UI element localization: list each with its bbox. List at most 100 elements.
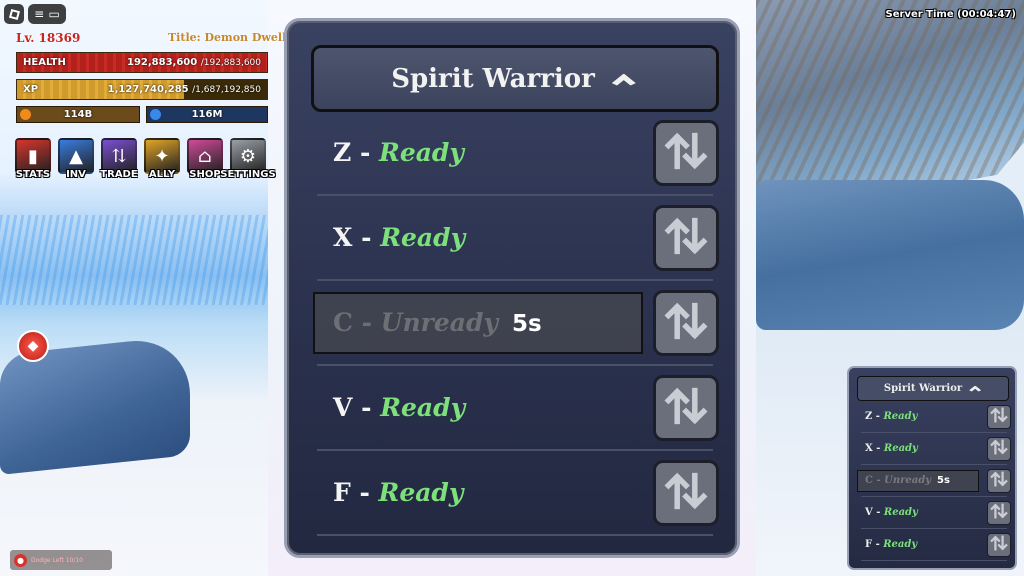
gold-counter: 114B <box>16 106 140 123</box>
server-time: Server Time (00:04:47) <box>885 9 1016 20</box>
skill-status: Ready <box>378 478 464 507</box>
mini-panel-header[interactable]: Spirit Warrior <box>857 376 1009 401</box>
grass-field <box>0 215 268 305</box>
panel-title: Spirit Warrior <box>391 63 595 94</box>
roblox-menu-button[interactable] <box>4 4 24 24</box>
swap-skill-button[interactable] <box>987 437 1011 461</box>
skill-row-v: V - Ready <box>311 373 719 451</box>
mini-skill-row-f: F - Ready <box>857 532 1011 561</box>
skill-label: F - Ready <box>333 478 463 507</box>
gold-coin-icon <box>20 109 31 120</box>
xp-value: 1,127,740,285 /1,687,192,850 <box>108 84 261 95</box>
swap-arrows-icon <box>664 469 708 517</box>
hamburger-icon[interactable]: ≡ <box>34 7 44 21</box>
player-level: Lv. 18369 <box>16 31 81 45</box>
skill-label: X - Ready <box>333 223 465 252</box>
skill-status: Unready <box>884 475 931 486</box>
skill-separator: - <box>872 507 884 518</box>
swap-arrows-icon <box>990 534 1008 556</box>
skill-label: C - Unready 5s <box>865 475 950 486</box>
swap-skill-button[interactable] <box>653 375 719 441</box>
row-divider <box>861 560 1007 561</box>
health-value: 192,883,600 /192,883,600 <box>127 57 261 68</box>
skill-separator: - <box>352 223 381 252</box>
skill-status: Ready <box>883 507 918 518</box>
skill-label: V - Ready <box>865 507 918 518</box>
skill-key: X <box>333 223 353 252</box>
menu-button-settings[interactable]: ⚙ SETTINGS <box>220 138 276 182</box>
skill-key: F <box>333 478 351 507</box>
swap-arrows-icon <box>664 299 708 347</box>
skill-separator: - <box>872 443 884 454</box>
skill-separator: - <box>872 475 885 486</box>
gem-icon <box>150 109 161 120</box>
top-menu-pill[interactable]: ≡ ▭ <box>28 4 66 24</box>
swap-arrows-icon <box>990 438 1008 460</box>
row-divider <box>861 528 1007 529</box>
xp-max: /1,687,192,850 <box>192 85 261 95</box>
swap-skill-button[interactable] <box>653 460 719 526</box>
chat-icon[interactable]: ▭ <box>49 7 60 21</box>
swap-skill-button[interactable] <box>987 533 1011 557</box>
gem-amount: 116M <box>191 109 223 120</box>
health-bar: HEALTH 192,883,600 /192,883,600 <box>16 52 268 73</box>
mini-collapse-chevron-icon[interactable] <box>968 385 982 393</box>
swap-arrows-icon <box>664 129 708 177</box>
swap-skill-button[interactable] <box>653 205 719 271</box>
skill-label: F - Ready <box>865 539 917 550</box>
skill-status: Ready <box>379 138 464 167</box>
swap-arrows-icon <box>664 214 708 262</box>
mini-skill-row-x: X - Ready <box>857 436 1011 465</box>
swap-skill-button[interactable] <box>653 290 719 356</box>
main-menu-bar: ▮ STATS ▲ INV ⇅ TRADE ✦ ALLY ⌂ SHOP ⚙ SETTINGS <box>14 138 276 182</box>
mini-skill-row-v: V - Ready <box>857 500 1011 529</box>
row-divider <box>861 432 1007 433</box>
menu-button-label: SHOP <box>189 169 221 180</box>
panel-header[interactable]: Spirit Warrior <box>311 45 719 112</box>
skill-separator: - <box>352 393 381 422</box>
skill-key: V <box>865 507 873 518</box>
skill-separator: - <box>350 478 379 507</box>
skill-row-c: C - Unready 5s <box>311 288 719 366</box>
mini-skill-row-c: C - Unready 5s <box>857 468 1011 497</box>
row-divider <box>861 496 1007 497</box>
menu-button-label: TRADE <box>100 169 138 180</box>
dodge-counter: ● Dodge Left 10/10 <box>10 550 112 570</box>
skill-row-z: Z - Ready <box>311 118 719 196</box>
skill-label: C - Unready 5s <box>333 308 542 337</box>
row-divider <box>317 449 713 451</box>
skill-crystal-icon[interactable]: ◆ <box>17 330 49 362</box>
skill-separator: - <box>872 539 884 550</box>
skill-key: C <box>333 308 353 337</box>
menu-button-inv[interactable]: ▲ INV <box>57 138 95 182</box>
gold-amount: 114B <box>63 109 93 120</box>
menu-button-trade[interactable]: ⇅ TRADE <box>100 138 138 182</box>
row-divider <box>317 279 713 281</box>
swap-skill-button[interactable] <box>987 501 1011 525</box>
skill-row-f: F - Ready <box>311 458 719 536</box>
swap-skill-button[interactable] <box>987 405 1011 429</box>
skill-key: Z <box>333 138 352 167</box>
xp-bar: XP 1,127,740,285 /1,687,192,850 <box>16 79 268 100</box>
skill-status: Ready <box>883 443 918 454</box>
menu-button-label: INV <box>66 169 86 180</box>
menu-button-stats[interactable]: ▮ STATS <box>14 138 52 182</box>
menu-button-shop[interactable]: ⌂ SHOP <box>186 138 224 182</box>
dodge-text: Dodge Left 10/10 <box>31 556 83 564</box>
swap-skill-button[interactable] <box>653 120 719 186</box>
row-divider <box>861 464 1007 465</box>
skill-label: V - Ready <box>333 393 465 422</box>
skill-separator: - <box>352 308 381 337</box>
swap-arrows-icon <box>990 406 1008 428</box>
eye-icon: ● <box>14 553 27 567</box>
row-divider <box>317 534 713 536</box>
xp-current: 1,127,740,285 <box>107 84 189 95</box>
skill-cooldown: 5s <box>511 311 542 337</box>
skill-status: Ready <box>883 411 918 422</box>
collapse-chevron-icon[interactable] <box>609 71 639 87</box>
skill-status: Ready <box>380 393 466 422</box>
skill-panel: Spirit Warrior Z - Ready X - Ready C - Unr… <box>284 18 740 558</box>
swap-skill-button[interactable] <box>987 469 1011 493</box>
menu-button-ally[interactable]: ✦ ALLY <box>143 138 181 182</box>
skill-separator: - <box>351 138 380 167</box>
